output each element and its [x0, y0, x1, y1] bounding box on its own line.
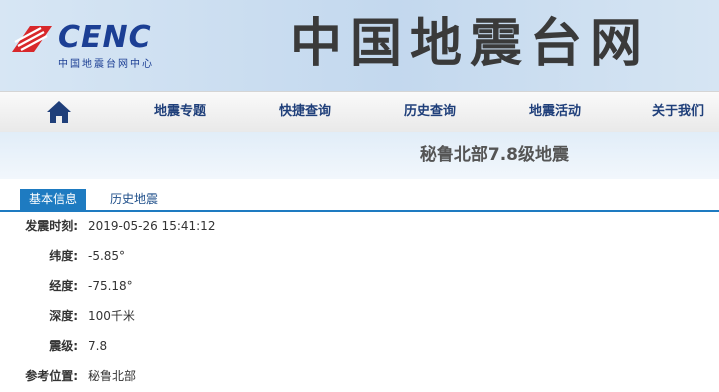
info-row-latitude: 纬度: -5.85°: [0, 246, 719, 266]
nav-item-history-search[interactable]: 历史查询: [404, 92, 456, 132]
info-row-depth: 深度: 100千米: [0, 306, 719, 326]
info-value: 100千米: [88, 309, 135, 323]
nav-item-topics[interactable]: 地震专题: [154, 92, 206, 132]
info-label: 震级:: [49, 339, 78, 353]
info-value: 秘鲁北部: [88, 369, 137, 383]
info-label: 纬度:: [49, 249, 78, 263]
main-nav: 地震专题 快捷查询 历史查询 地震活动 关于我们: [0, 91, 719, 133]
event-banner: 秘鲁北部7.8级地震: [0, 132, 719, 179]
cenc-logo[interactable]: CENC 中国地震台网中心: [8, 20, 178, 72]
info-value: 7.8: [88, 339, 108, 353]
logo-text: CENC: [58, 20, 152, 55]
info-label: 发震时刻:: [25, 219, 78, 233]
site-title: 中国地震台网: [290, 13, 651, 74]
info-label: 深度:: [49, 309, 78, 323]
site-header: CENC 中国地震台网中心 中国地震台网: [0, 0, 719, 91]
info-value: -75.18°: [88, 279, 133, 293]
info-row-location: 参考位置: 秘鲁北部: [0, 366, 719, 386]
home-icon[interactable]: [46, 100, 72, 124]
nav-item-about[interactable]: 关于我们: [652, 92, 704, 132]
info-value: 2019-05-26 15:41:12: [88, 219, 216, 233]
logo-subtitle: 中国地震台网中心: [58, 59, 154, 70]
nav-item-quick-search[interactable]: 快捷查询: [279, 92, 331, 132]
event-title: 秘鲁北部7.8级地震: [419, 145, 569, 165]
info-label: 参考位置:: [25, 369, 78, 383]
info-label: 经度:: [49, 279, 78, 293]
info-row-longitude: 经度: -75.18°: [0, 276, 719, 296]
info-row-magnitude: 震级: 7.8: [0, 336, 719, 356]
info-value: -5.85°: [88, 249, 126, 263]
info-row-time: 发震时刻: 2019-05-26 15:41:12: [0, 216, 719, 236]
tab-history-quakes[interactable]: 历史地震: [101, 189, 167, 210]
tab-basic-info[interactable]: 基本信息: [20, 189, 87, 210]
cenc-logo-mark-icon: [12, 26, 52, 52]
info-tabs: 基本信息 历史地震: [0, 189, 719, 212]
nav-item-activity[interactable]: 地震活动: [529, 92, 581, 132]
